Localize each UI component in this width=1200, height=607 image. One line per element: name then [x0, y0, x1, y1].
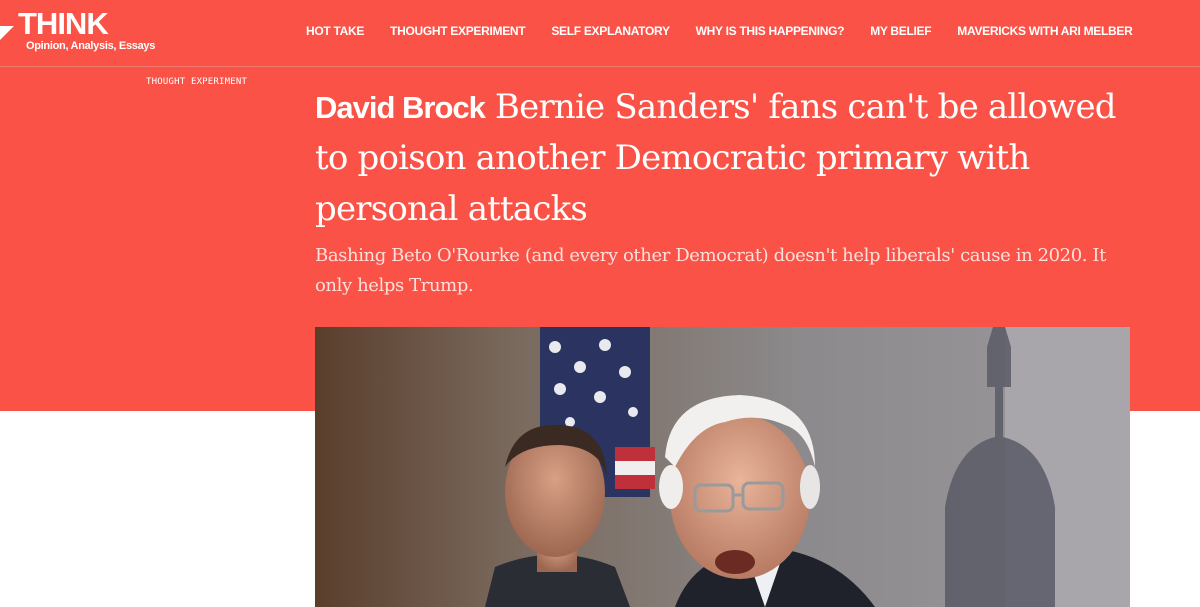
main-nav: HOT TAKE THOUGHT EXPERIMENT SELF EXPLANA… — [306, 24, 1133, 38]
logo-title: THINK — [18, 6, 109, 41]
hero-photo-icon — [315, 327, 1130, 607]
logo-tagline: Opinion, Analysis, Essays — [26, 40, 156, 52]
think-logo[interactable]: THINK Opinion, Analysis, Essays — [0, 6, 160, 60]
article-dek: Bashing Beto O'Rourke (and every other D… — [315, 245, 1106, 296]
hero-image — [315, 327, 1130, 607]
nav-item-self-explanatory[interactable]: SELF EXPLANATORY — [551, 24, 670, 38]
nav-item-hot-take[interactable]: HOT TAKE — [306, 24, 364, 38]
section-label[interactable]: THOUGHT EXPERIMENT — [146, 77, 247, 87]
nav-item-why-is-this-happening[interactable]: WHY IS THIS HAPPENING? — [696, 24, 845, 38]
nav-item-my-belief[interactable]: MY BELIEF — [870, 24, 931, 38]
logo-triangle-icon — [0, 26, 14, 40]
author-name[interactable]: David Brock — [315, 90, 486, 125]
nav-item-thought-experiment[interactable]: THOUGHT EXPERIMENT — [390, 24, 526, 38]
article-headline: David Brock Bernie Sanders' fans can't be… — [315, 82, 1155, 235]
nav-item-mavericks[interactable]: MAVERICKS WITH ARI MELBER — [957, 24, 1132, 38]
site-header: THINK Opinion, Analysis, Essays HOT TAKE… — [0, 0, 1200, 67]
